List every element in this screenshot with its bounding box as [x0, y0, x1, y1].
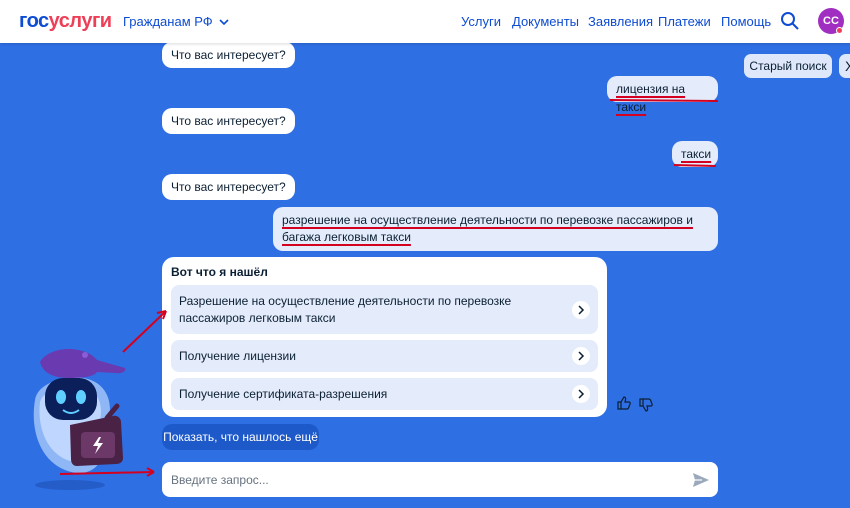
thumbs-up-icon[interactable] [616, 395, 632, 411]
chevron-right-icon [572, 300, 590, 319]
close-icon[interactable]: X [839, 54, 850, 78]
top-header: госуслуги Гражданам РФ Услуги Документы … [0, 0, 850, 43]
result-option[interactable]: Получение лицензии [171, 340, 598, 372]
bot-question: Что вас интересует? [162, 108, 295, 134]
gosuslugi-logo[interactable]: госуслуги [19, 10, 112, 33]
search-icon[interactable] [780, 11, 800, 31]
chevron-right-icon [572, 385, 590, 403]
thumbs-down-icon[interactable] [638, 397, 654, 413]
user-message: разрешение на осуществление деятельности… [273, 207, 718, 251]
nav-documents[interactable]: Документы [512, 14, 579, 29]
result-option-label: Получение лицензии [179, 348, 296, 363]
query-input-bar [162, 462, 718, 497]
show-more-button[interactable]: Показать, что нашлось ещё [162, 424, 319, 450]
result-title: Вот что я нашёл [171, 265, 268, 279]
bot-question: Что вас интересует? [162, 42, 295, 68]
user-message-text: разрешение на осуществление деятельности… [282, 213, 693, 244]
old-search-button[interactable]: Старый поиск [744, 54, 832, 78]
result-option[interactable]: Получение сертификата-разрешения [171, 378, 598, 410]
user-message: лицензия на такси [607, 76, 718, 114]
audience-selector[interactable]: Гражданам РФ [123, 14, 229, 29]
user-message-text: такси [681, 147, 712, 161]
bot-question: Что вас интересует? [162, 174, 295, 200]
robot-mascot-icon [33, 348, 126, 490]
nav-services[interactable]: Услуги [461, 14, 501, 29]
chevron-down-icon [219, 14, 229, 29]
send-icon[interactable] [692, 471, 710, 489]
query-input[interactable] [162, 462, 682, 497]
chevron-right-icon [572, 347, 590, 365]
nav-help[interactable]: Помощь [721, 14, 771, 29]
result-option-label: Получение сертификата-разрешения [179, 386, 388, 401]
logo-part-uslugi: услуги [48, 10, 112, 32]
nav-payments[interactable]: Платежи [658, 14, 711, 29]
result-option-label: Разрешение на осуществление деятельности… [179, 293, 512, 325]
user-message-text: лицензия на такси [616, 82, 686, 114]
logo-part-gos: гос [19, 10, 49, 32]
notification-dot [836, 27, 843, 34]
result-card: Вот что я нашёл Разрешение на осуществле… [162, 257, 607, 417]
result-option[interactable]: Разрешение на осуществление деятельности… [171, 285, 598, 334]
user-message: такси [672, 141, 718, 167]
nav-applications[interactable]: Заявления [588, 14, 653, 29]
red-arrowhead-mark [146, 467, 155, 477]
audience-label: Гражданам РФ [123, 14, 213, 29]
